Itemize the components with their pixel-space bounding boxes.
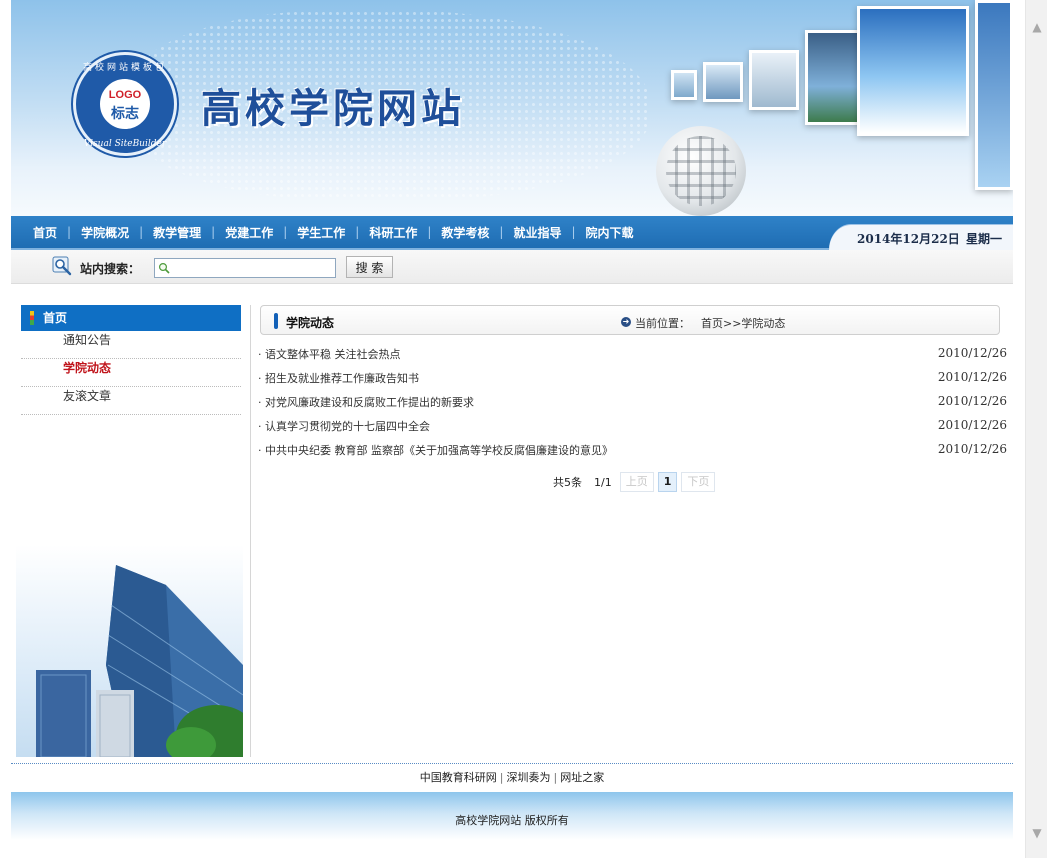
site-search-bar: 站内搜索： 搜 索 bbox=[11, 250, 1013, 284]
search-label: 站内搜索： bbox=[80, 262, 141, 276]
list-item: · 认真学习贯彻党的十七届四中全会 2010/12/26 bbox=[258, 414, 1010, 438]
sidebar-building-image bbox=[16, 545, 243, 757]
news-date: 2010/12/26 bbox=[937, 394, 1007, 408]
section-title: 学院动态 bbox=[286, 316, 335, 330]
main-nav: 首页 | 学院概况 | 教学管理 | 党建工作 | 学生工作 | 科研工作 | … bbox=[23, 216, 644, 248]
nav-item-teaching[interactable]: 教学管理 bbox=[143, 224, 211, 241]
footer-link-url-home[interactable]: 网址之家 bbox=[560, 771, 604, 784]
news-date: 2010/12/26 bbox=[937, 370, 1007, 384]
skyscraper-illustration bbox=[36, 565, 243, 757]
logo-text: LOGO bbox=[108, 89, 142, 101]
sidebar-item-articles[interactable]: 友滚文章 bbox=[21, 387, 241, 415]
nav-item-about[interactable]: 学院概况 bbox=[71, 224, 139, 241]
sidebar-item-news[interactable]: 学院动态 bbox=[21, 359, 241, 387]
nav-item-students[interactable]: 学生工作 bbox=[287, 224, 355, 241]
logo-ring-bottom-text: Visual SiteBuilder bbox=[83, 139, 167, 149]
sidebar-heading-marker bbox=[30, 311, 34, 325]
photo-panel bbox=[749, 50, 799, 110]
page-scrollbar[interactable]: ▲ ▼ bbox=[1025, 0, 1047, 858]
nav-item-assessment[interactable]: 教学考核 bbox=[431, 224, 499, 241]
sidebar-heading[interactable]: 首页 bbox=[21, 305, 241, 331]
pager-prev-button[interactable]: 上页 bbox=[619, 472, 654, 492]
sidebar-divider bbox=[250, 305, 251, 757]
logo-inner-circle: LOGO 标志 bbox=[98, 77, 152, 131]
news-list: · 语文整体平稳 关注社会热点 2010/12/26 · 招生及就业推荐工作廉政… bbox=[258, 342, 1010, 462]
logo-ring-top-text: 高校网站模板包 bbox=[82, 63, 167, 73]
site-title: 高校学院网站 bbox=[201, 86, 465, 132]
search-input-icon bbox=[158, 262, 170, 274]
list-item: · 中共中央纪委 教育部 监察部《关于加强高等学校反腐倡廉建设的意见》 2010… bbox=[258, 438, 1010, 462]
pager-page-info: 1/1 bbox=[594, 475, 612, 489]
current-weekday: 星期一 bbox=[966, 232, 1003, 246]
current-date: 2014年12月22日 bbox=[857, 232, 960, 246]
nav-item-downloads[interactable]: 院内下载 bbox=[576, 224, 644, 241]
photo-panel bbox=[703, 62, 743, 102]
photo-panel bbox=[671, 70, 697, 100]
section-header: 学院动态 ➜ 当前位置： 首页>>学院动态 bbox=[260, 305, 1000, 335]
nav-item-employment[interactable]: 就业指导 bbox=[503, 224, 571, 241]
footer-link-shenzhen[interactable]: 深圳奏为 bbox=[507, 771, 551, 784]
news-title-link[interactable]: · 语文整体平稳 关注社会热点 bbox=[258, 346, 401, 362]
news-title-link[interactable]: · 对党风廉政建设和反腐败工作提出的新要求 bbox=[258, 394, 474, 410]
sidebar-item-notices[interactable]: 通知公告 bbox=[21, 331, 241, 359]
pager-current-page[interactable]: 1 bbox=[657, 472, 678, 492]
pager-next-button[interactable]: 下页 bbox=[681, 472, 716, 492]
list-item: · 招生及就业推荐工作廉政告知书 2010/12/26 bbox=[258, 366, 1010, 390]
list-item: · 语文整体平稳 关注社会热点 2010/12/26 bbox=[258, 342, 1010, 366]
scroll-up-icon[interactable]: ▲ bbox=[1026, 16, 1047, 38]
news-date: 2010/12/26 bbox=[937, 346, 1007, 360]
date-display: 2014年12月22日 星期一 bbox=[829, 224, 1013, 250]
logo-badge[interactable]: 高校网站模板包 LOGO 标志 Visual SiteBuilder bbox=[73, 52, 177, 156]
sidebar-heading-label: 首页 bbox=[43, 311, 68, 325]
copyright-text: 高校学院网站 版权所有 bbox=[455, 814, 569, 827]
location-arrow-icon: ➜ bbox=[621, 317, 631, 327]
news-date: 2010/12/26 bbox=[937, 418, 1007, 432]
footer-divider bbox=[11, 763, 1013, 764]
list-item: · 对党风廉政建设和反腐败工作提出的新要求 2010/12/26 bbox=[258, 390, 1010, 414]
photo-panel bbox=[975, 0, 1013, 190]
nav-item-home[interactable]: 首页 bbox=[23, 224, 67, 241]
location-label: 当前位置： bbox=[635, 317, 690, 330]
footer-link-edu-net[interactable]: 中国教育科研网 bbox=[420, 771, 497, 784]
footer-links: 中国教育科研网 | 深圳奏为 | 网址之家 bbox=[0, 769, 1024, 785]
nav-item-research[interactable]: 科研工作 bbox=[359, 224, 427, 241]
search-input[interactable] bbox=[154, 258, 336, 278]
photo-panel bbox=[857, 6, 969, 136]
news-title-link[interactable]: · 中共中央纪委 教育部 监察部《关于加强高等学校反腐倡廉建设的意见》 bbox=[258, 442, 613, 458]
scroll-down-icon[interactable]: ▼ bbox=[1026, 822, 1047, 844]
footer-link-separator: | bbox=[499, 771, 504, 784]
header-banner: 高校网站模板包 LOGO 标志 Visual SiteBuilder 高校学院网… bbox=[11, 0, 1013, 216]
pager-total: 共5条 bbox=[553, 476, 582, 489]
footer-link-separator: | bbox=[553, 771, 558, 784]
nav-item-party[interactable]: 党建工作 bbox=[215, 224, 283, 241]
news-title-link[interactable]: · 招生及就业推荐工作廉政告知书 bbox=[258, 370, 419, 386]
sidebar: 首页 通知公告 学院动态 友滚文章 bbox=[21, 305, 241, 415]
news-title-link[interactable]: · 认真学习贯彻党的十七届四中全会 bbox=[258, 418, 430, 434]
news-date: 2010/12/26 bbox=[937, 442, 1007, 456]
keyboard-globe-image bbox=[656, 126, 746, 216]
main-nav-bar: 首页 | 学院概况 | 教学管理 | 党建工作 | 学生工作 | 科研工作 | … bbox=[11, 216, 1013, 250]
search-magnifier-icon bbox=[52, 256, 72, 276]
pagination: 共5条 1/1 上页 1 下页 bbox=[553, 472, 716, 492]
search-button[interactable]: 搜 索 bbox=[346, 256, 393, 278]
breadcrumb[interactable]: 首页>>学院动态 bbox=[701, 315, 785, 331]
section-marker bbox=[274, 313, 278, 329]
logo-sub-text: 标志 bbox=[111, 106, 139, 122]
